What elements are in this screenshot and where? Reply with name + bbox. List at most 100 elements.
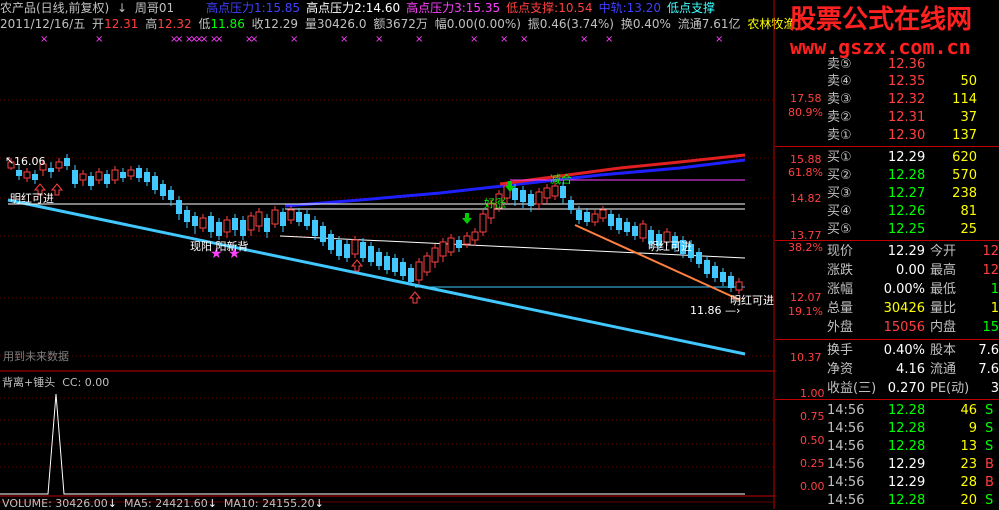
stat-value: 30426 — [883, 301, 925, 316]
signal-label-1: 明红可进 — [10, 192, 54, 205]
tick-time: 14:56 — [827, 493, 865, 508]
candle-body — [247, 215, 255, 231]
x-mark: × — [250, 34, 258, 45]
ma5-value: MA5: 24421.60 — [123, 497, 208, 510]
candle-body — [16, 170, 22, 176]
stat-label: 最低 — [930, 282, 957, 297]
stat-value: 12.29 — [887, 244, 925, 259]
stat-row: 总量 30426 量比 1 — [775, 300, 999, 318]
candle-body — [704, 260, 710, 274]
ma10-value: MA10: 24155.20 — [223, 497, 315, 510]
candle-body — [192, 216, 198, 226]
candle-body — [152, 176, 158, 190]
candle-body — [208, 216, 214, 232]
tick-row: 14:56 12.28 46 S — [775, 402, 999, 420]
x-mark: × — [500, 34, 508, 45]
candle-body — [415, 261, 423, 281]
candle-body — [72, 170, 78, 184]
x-mark: × — [95, 34, 103, 45]
candle-body — [184, 210, 190, 222]
candle-body — [168, 190, 174, 200]
candle-body — [543, 187, 551, 199]
candle-body — [104, 174, 110, 184]
ask-label: 卖③ — [827, 92, 852, 107]
stat-row: 涨幅 0.00% 最低 1 — [775, 281, 999, 299]
x-mark: × — [215, 34, 223, 45]
candle-body — [400, 262, 406, 276]
stat-row: 收益(三) 0.270 PE(动) 3 — [775, 380, 999, 398]
candle-body — [64, 158, 70, 166]
candle-body — [599, 209, 607, 219]
low-price-mark: 11.86 —› — [690, 304, 741, 317]
stat-value: 12 — [982, 263, 999, 278]
x-mark: × — [520, 34, 528, 45]
candle-body — [447, 237, 455, 253]
tick-row: 14:56 12.29 28 B — [775, 474, 999, 492]
grid — [0, 99, 775, 468]
x-mark: × — [200, 34, 208, 45]
stat-label: 净资 — [827, 362, 854, 377]
candle-body — [568, 200, 574, 210]
ask-row: 卖② 12.31 37 — [775, 109, 999, 127]
candle-body — [584, 212, 590, 222]
candle-body — [328, 234, 334, 250]
candle-body — [271, 209, 279, 225]
corner-arrow-icon: ↖ — [5, 154, 15, 167]
candle-body — [176, 200, 182, 214]
candle-body — [127, 169, 135, 177]
stat-label: 涨跌 — [827, 263, 854, 278]
ask-label: 卖② — [827, 110, 852, 125]
ask-volume: 114 — [952, 92, 977, 107]
support-line — [7, 198, 746, 356]
candle-body — [471, 231, 479, 241]
stat-label: 今开 — [930, 244, 957, 259]
stat-value: 0.40% — [883, 343, 925, 358]
signal-label-6: 好涨 — [484, 197, 506, 210]
stat-value: 4.16 — [896, 362, 925, 377]
ask-row: 卖① 12.30 137 — [775, 127, 999, 145]
divider — [775, 240, 999, 241]
candle-body — [320, 226, 326, 242]
candle-body — [120, 172, 126, 178]
candle-body — [591, 213, 599, 223]
candle-body — [296, 212, 302, 222]
x-mark: × — [40, 34, 48, 45]
ask-row: 卖③ 12.32 114 — [775, 91, 999, 109]
candle-body — [223, 219, 231, 233]
stat-label: PE(动) — [930, 381, 970, 396]
candle-body — [199, 217, 207, 229]
ask-row: 卖④ 12.35 50 — [775, 73, 999, 91]
volume-value: VOLUME: 30426.00 — [2, 497, 108, 510]
stat-row: 净资 4.16 流通 7.6 — [775, 361, 999, 379]
stat-label: 量比 — [930, 301, 957, 316]
bid-row: 买⑤ 12.25 25 — [775, 221, 999, 239]
candle-body — [264, 218, 270, 232]
stat-label: 外盘 — [827, 320, 854, 335]
stat-label: 涨幅 — [827, 282, 854, 297]
tick-side: S — [985, 403, 994, 418]
candle-body — [735, 281, 743, 291]
kline-chart[interactable]: × × ×× ×××× ×× ×× × × × × × × × × × × ★ ★ — [0, 0, 775, 509]
bid-volume: 25 — [960, 222, 977, 237]
stat-value: 1 — [990, 301, 999, 316]
tick-price: 12.29 — [888, 457, 926, 472]
divider — [775, 399, 999, 400]
high-price-mark: 16.06 — [14, 155, 46, 168]
subpanel-title[interactable]: 背离+锤头 — [2, 376, 55, 389]
signal-label-2: 明红可进 — [648, 240, 692, 253]
candle-body — [479, 213, 487, 233]
candle-body — [728, 276, 734, 288]
candle-body — [384, 256, 390, 270]
candle-body — [48, 168, 54, 172]
candle-body — [160, 184, 166, 196]
stat-value: 7.6 — [978, 343, 999, 358]
candle-body — [280, 212, 286, 226]
candle-body — [576, 210, 582, 220]
x-mark: × — [340, 34, 348, 45]
candle-body — [136, 168, 142, 178]
tick-side: B — [985, 457, 994, 472]
candle-body — [368, 246, 374, 262]
stat-label: 换手 — [827, 343, 854, 358]
tick-volume: 46 — [960, 403, 977, 418]
stat-row: 涨跌 0.00 最高 12 — [775, 262, 999, 280]
